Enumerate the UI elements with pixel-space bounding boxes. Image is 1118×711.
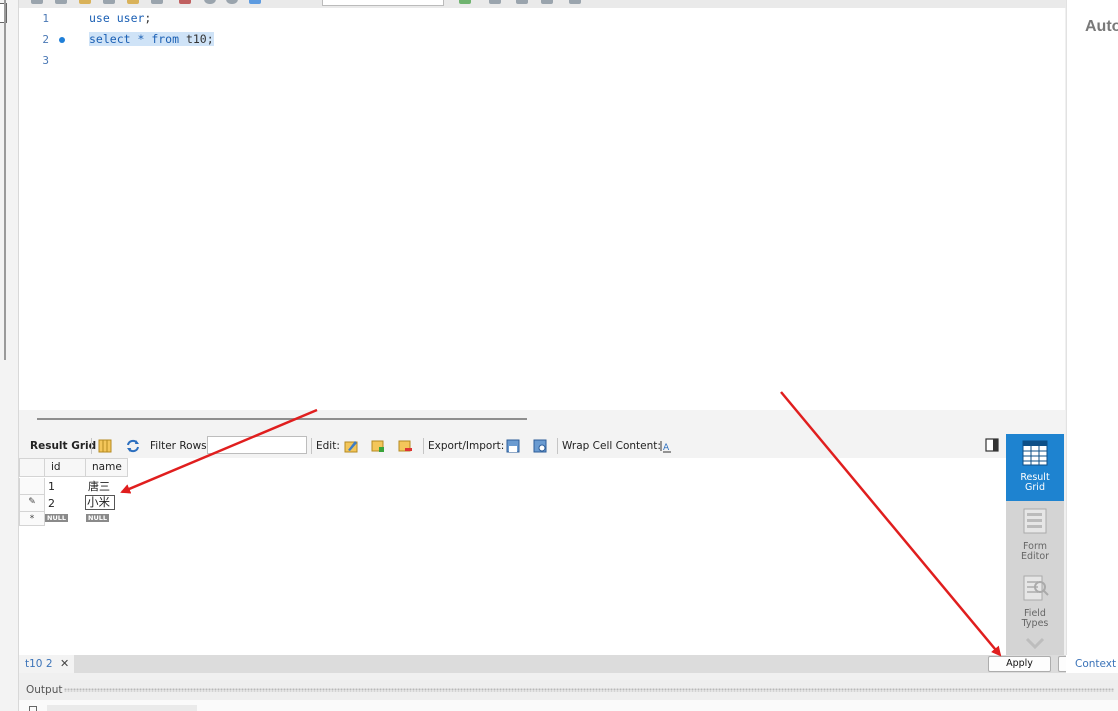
- toolbar-rollback-icon[interactable]: [226, 0, 238, 4]
- delete-row-icon[interactable]: [398, 439, 412, 453]
- result-grid-icon: [1022, 440, 1048, 466]
- result-grid-side-label-2: Grid: [1025, 482, 1045, 493]
- toolbar-execute-line-icon[interactable]: [103, 0, 115, 4]
- row-gutter[interactable]: ✎: [19, 495, 45, 512]
- chevron-down-icon[interactable]: [1025, 637, 1045, 649]
- refresh-icon[interactable]: [126, 439, 140, 453]
- selected-sql: select * from t10;: [89, 32, 214, 46]
- column-header-id[interactable]: id: [44, 458, 86, 477]
- toolbar-explain-icon[interactable]: [127, 0, 139, 4]
- statement-marker-icon: [59, 37, 65, 43]
- sql-keyword: from: [151, 32, 180, 46]
- result-grid[interactable]: id name ✎ * 1 唐三 2 小米 NULL NULL: [19, 458, 1006, 655]
- field-types-side-label-2: Types: [1021, 618, 1049, 629]
- grid-cell-name[interactable]: 唐三: [88, 478, 110, 495]
- output-label: Output: [26, 684, 63, 696]
- grid-view-icon[interactable]: [98, 439, 112, 453]
- left-sidebar-edge: [0, 0, 19, 711]
- tab-context[interactable]: Context: [1066, 655, 1118, 673]
- null-badge: NULL: [45, 514, 69, 522]
- toolbar-find-icon[interactable]: [489, 0, 501, 4]
- apply-button[interactable]: Apply: [988, 656, 1051, 672]
- toolbar-separator: [311, 438, 312, 454]
- toolbar-separator: [557, 438, 558, 454]
- editor-horizontal-scrollbar[interactable]: [37, 418, 527, 420]
- form-editor-icon: [1023, 508, 1047, 534]
- sql-punctuation: ;: [144, 11, 152, 25]
- form-editor-side-label-2: Editor: [1020, 551, 1050, 562]
- sql-identifier: user: [116, 11, 145, 25]
- tab-label: t10 2: [25, 658, 53, 670]
- sql-keyword: use: [89, 11, 110, 25]
- toolbar-invisible-icon[interactable]: [541, 0, 553, 4]
- filter-rows-input[interactable]: [207, 436, 307, 454]
- grid-cell-name-editing[interactable]: 小米: [87, 494, 110, 511]
- grid-cell-id[interactable]: 1: [48, 478, 55, 495]
- toolbar-save-icon[interactable]: [55, 0, 67, 4]
- toolbar-beautify-icon[interactable]: [459, 0, 471, 4]
- sidebar-scrollbar[interactable]: [4, 0, 6, 360]
- sql-keyword: select: [89, 32, 131, 46]
- result-toolbar: Result Grid Filter Rows: Edit: Export/Im…: [19, 434, 1006, 458]
- output-panel-toolbar: [19, 700, 1118, 711]
- sql-table: t10;: [179, 32, 214, 46]
- toolbar-commit-icon[interactable]: [204, 0, 216, 4]
- filter-rows-label: Filter Rows:: [150, 440, 211, 452]
- tab-t10-2[interactable]: t10 2 ✕: [19, 655, 74, 673]
- line-number: 3: [42, 54, 49, 67]
- export-import-label: Export/Import:: [428, 440, 505, 452]
- toolbar-snippet-icon[interactable]: [569, 0, 581, 4]
- toolbar-stop-icon[interactable]: [151, 0, 163, 4]
- column-header-name[interactable]: name: [85, 458, 128, 477]
- result-tab-bar: t10 2 ✕ Apply: [19, 655, 1072, 673]
- grid-corner: [19, 458, 45, 477]
- toolbar-separator: [91, 438, 92, 454]
- line-number: 1: [42, 12, 49, 25]
- line-number: 2: [42, 33, 49, 46]
- toolbar-toggle-icon[interactable]: [179, 0, 191, 4]
- add-row-icon[interactable]: [371, 439, 385, 453]
- code-line-2[interactable]: select * from t10;: [89, 32, 214, 46]
- editor-toolbar: [19, 0, 1066, 8]
- result-side-panel: Result Grid Form Editor Field Types: [1006, 434, 1064, 655]
- result-grid-label[interactable]: Result Grid: [30, 440, 96, 452]
- null-badge: NULL: [86, 514, 110, 522]
- toolbar-execute-icon[interactable]: [79, 0, 91, 4]
- panel-splitter[interactable]: [19, 410, 1065, 434]
- row-gutter-new[interactable]: *: [19, 512, 45, 526]
- edit-label: Edit:: [316, 440, 340, 452]
- toggle-panel-icon[interactable]: [985, 438, 999, 452]
- row-gutter[interactable]: [19, 478, 45, 495]
- close-icon[interactable]: ✕: [60, 655, 69, 673]
- toolbar-separator: [423, 438, 424, 454]
- toolbar-folder-icon[interactable]: [31, 0, 43, 4]
- form-editor-side-button[interactable]: Form Editor: [1006, 504, 1064, 564]
- code-line-1[interactable]: use user;: [89, 11, 151, 25]
- wrap-cell-icon[interactable]: A: [659, 439, 673, 453]
- grid-cell-id[interactable]: 2: [48, 495, 55, 512]
- side-panel-title: Auto: [1085, 18, 1118, 35]
- export-icon[interactable]: [506, 439, 520, 453]
- import-icon[interactable]: [533, 439, 547, 453]
- edit-row-icon[interactable]: [344, 439, 358, 453]
- toolbar-wrap-icon[interactable]: [516, 0, 528, 4]
- sql-editor[interactable]: 1 2 3 use user; select * from t10;: [19, 8, 1065, 410]
- sql-star: *: [130, 32, 152, 46]
- result-grid-side-button[interactable]: Result Grid: [1006, 434, 1064, 501]
- wrap-cell-label: Wrap Cell Content:: [562, 440, 661, 452]
- right-side-panel: Auto: [1066, 0, 1118, 655]
- field-types-icon: [1023, 575, 1049, 601]
- output-panel-header[interactable]: Output: [19, 680, 1118, 700]
- field-types-side-button[interactable]: Field Types: [1006, 571, 1064, 631]
- toolbar-limit-select[interactable]: [322, 0, 444, 6]
- output-type-select[interactable]: [47, 705, 197, 711]
- output-drag-handle[interactable]: [64, 688, 1114, 692]
- output-type-icon[interactable]: [29, 706, 37, 711]
- toolbar-autocommit-icon[interactable]: [249, 0, 261, 4]
